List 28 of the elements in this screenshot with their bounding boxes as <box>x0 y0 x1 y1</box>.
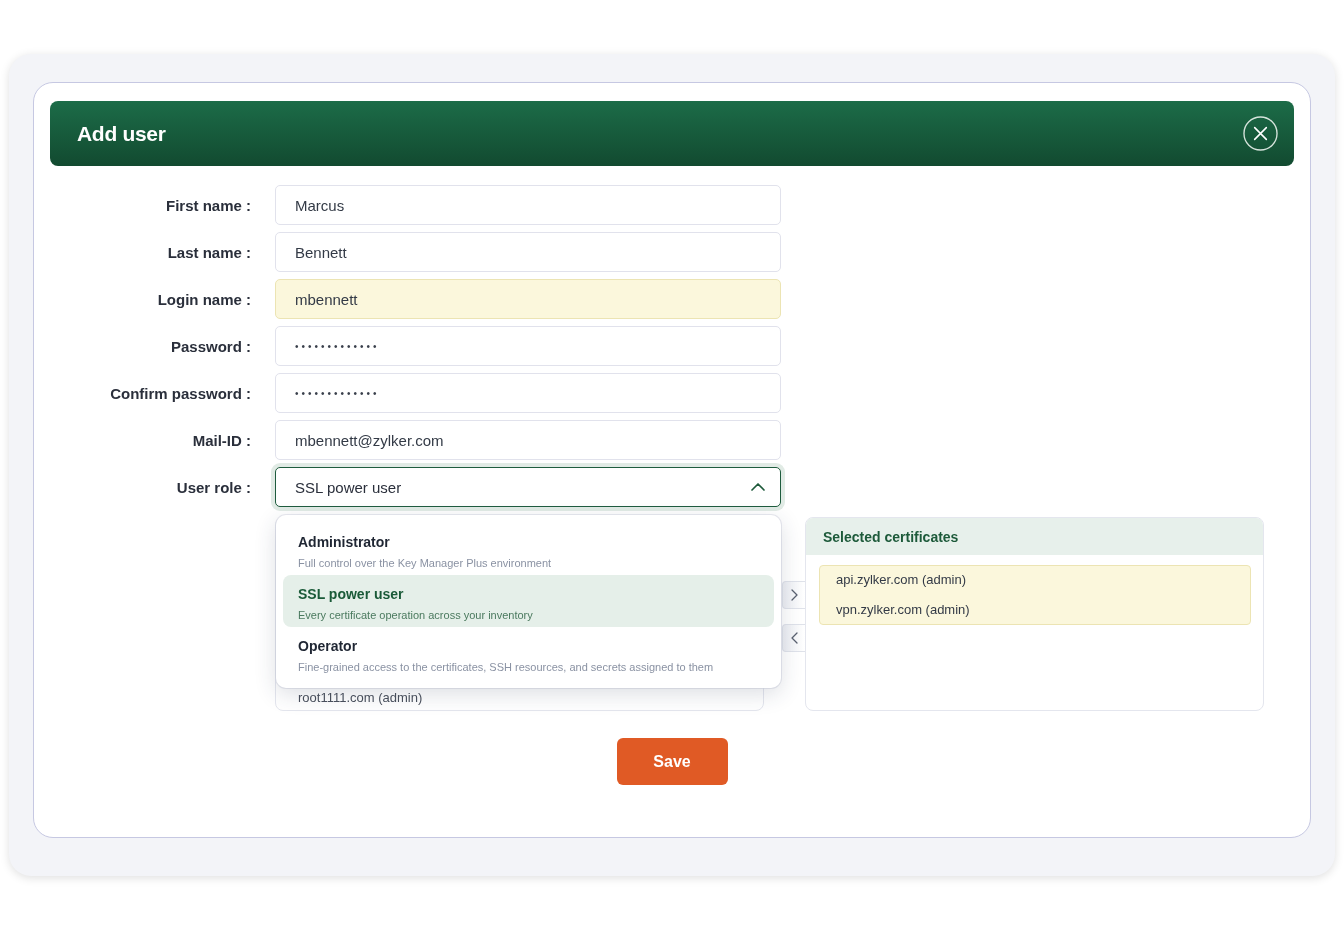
input-field[interactable]: ••••••••••••• <box>275 326 781 366</box>
field-label: Password : <box>170 337 251 355</box>
field-label: Confirm password : <box>110 384 251 402</box>
input-field[interactable]: ••••••••••••• <box>275 373 781 413</box>
input-field[interactable]: mbennett@zylker.com <box>275 420 781 460</box>
input-field[interactable]: mbennett <box>275 279 781 319</box>
close-icon[interactable] <box>1243 116 1278 151</box>
field-label: First name : <box>165 196 251 214</box>
input-field[interactable]: Marcus <box>275 185 781 225</box>
move-left-button[interactable] <box>782 624 805 652</box>
field-label: Mail-ID : <box>192 431 251 449</box>
certificate-item[interactable]: vpn.zylker.com (admin) <box>836 602 970 618</box>
chevron-left-icon <box>790 632 798 644</box>
input-field[interactable]: Bennett <box>275 232 781 272</box>
field-label: User role : <box>176 478 251 496</box>
certificate-item[interactable]: root1111.com (admin) <box>298 690 763 706</box>
certificate-item[interactable]: api.zylker.com (admin) <box>836 572 967 588</box>
role-option[interactable]: Administrator Full control over the Key Manager Plus environment <box>283 523 774 575</box>
field-label: Login name : <box>157 290 251 308</box>
move-right-button[interactable] <box>782 581 805 609</box>
role-option[interactable]: SSL power user Every certificate operation across your inventory <box>283 575 774 627</box>
role-option[interactable]: Operator Fine-grained access to the certificates, SSH resources, and secrets assigned to them <box>283 627 774 679</box>
chevron-up-icon <box>751 483 765 491</box>
field-label: Last name : <box>167 243 251 261</box>
save-button[interactable]: Save <box>616 738 728 785</box>
panel-title: Selected certificates <box>823 528 959 545</box>
dialog-title: Add user <box>77 121 166 146</box>
chevron-right-icon <box>790 589 798 601</box>
